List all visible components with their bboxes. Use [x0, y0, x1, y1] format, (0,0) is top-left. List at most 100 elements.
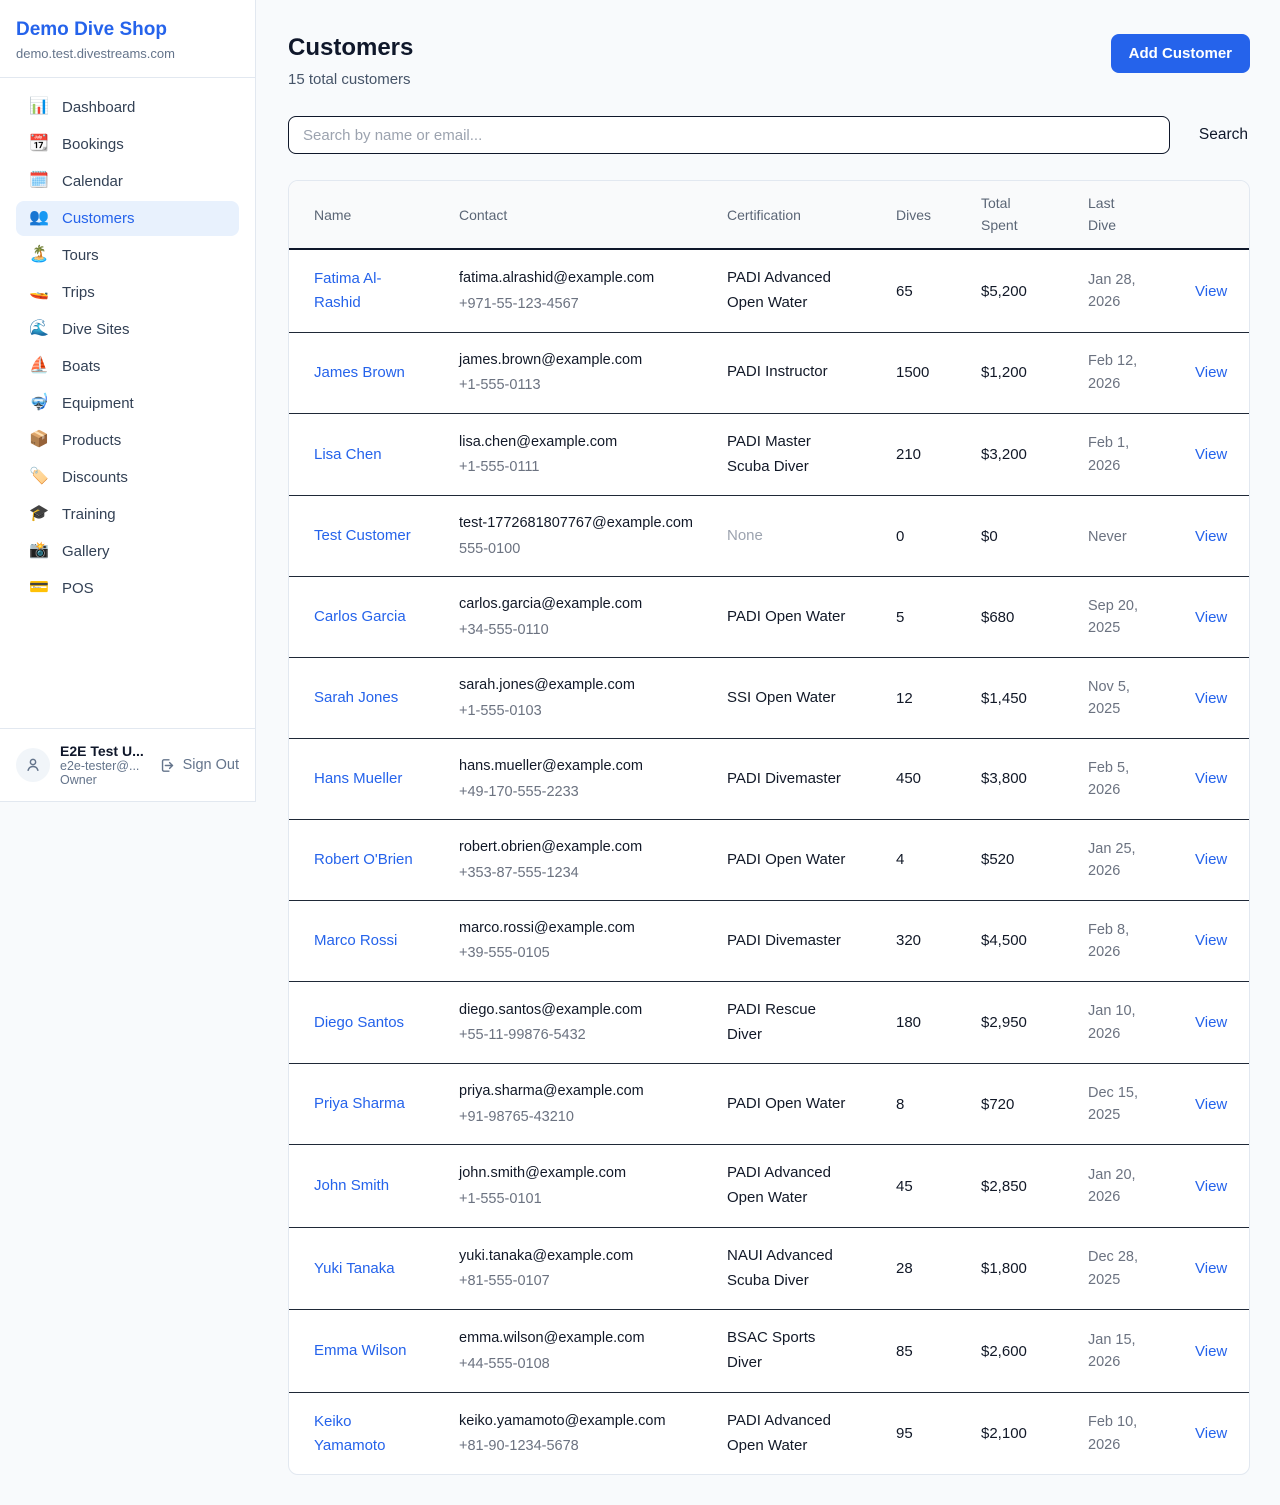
sidebar-item-discounts[interactable]: 🏷️ Discounts	[16, 460, 239, 495]
add-customer-button[interactable]: Add Customer	[1111, 34, 1250, 73]
customer-name-link[interactable]: Emma Wilson	[314, 1339, 407, 1363]
table-row: James Brown james.brown@example.com +1-5…	[289, 332, 1250, 413]
table-row: Marco Rossi marco.rossi@example.com +39-…	[289, 901, 1250, 982]
column-header-last-dive: Last Dive	[1076, 181, 1183, 249]
sidebar-item-calendar[interactable]: 🗓️ Calendar	[16, 164, 239, 199]
customer-name-link[interactable]: Carlos Garcia	[314, 605, 406, 629]
customer-name-link[interactable]: James Brown	[314, 361, 405, 385]
view-customer-link[interactable]: View	[1195, 446, 1227, 463]
customer-name-link[interactable]: Fatima Al-Rashid	[314, 267, 414, 315]
customer-last-dive: Feb 8, 2026	[1088, 919, 1152, 964]
customer-total-spent: $720	[969, 1064, 1076, 1145]
customer-last-dive: Nov 5, 2025	[1088, 676, 1152, 721]
customer-name-link[interactable]: Marco Rossi	[314, 929, 397, 953]
column-header-certification: Certification	[715, 181, 884, 249]
main-content: Customers 15 total customers Add Custome…	[256, 0, 1280, 1505]
search-button[interactable]: Search	[1197, 122, 1250, 148]
page-header: Customers 15 total customers Add Custome…	[288, 34, 1250, 88]
customer-last-dive: Feb 12, 2026	[1088, 350, 1152, 395]
sidebar-item-label: Dive Sites	[62, 321, 130, 338]
view-customer-link[interactable]: View	[1195, 1014, 1227, 1031]
column-header-dives: Dives	[884, 181, 969, 249]
view-customer-link[interactable]: View	[1195, 283, 1227, 300]
customer-last-dive: Jan 20, 2026	[1088, 1164, 1152, 1209]
sidebar-item-equipment[interactable]: 🤿 Equipment	[16, 386, 239, 421]
customer-name-link[interactable]: Lisa Chen	[314, 443, 382, 467]
customer-total-spent: $1,450	[969, 658, 1076, 739]
customer-name-link[interactable]: Yuki Tanaka	[314, 1257, 395, 1281]
customer-email: priya.sharma@example.com	[459, 1080, 703, 1102]
camera-icon: 📸	[28, 543, 50, 559]
sidebar-item-bookings[interactable]: 📆 Bookings	[16, 127, 239, 162]
view-customer-link[interactable]: View	[1195, 1096, 1227, 1113]
customer-total-spent: $2,600	[969, 1310, 1076, 1393]
sidebar-item-dive-sites[interactable]: 🌊 Dive Sites	[16, 312, 239, 347]
customer-dives: 4	[884, 820, 969, 901]
customer-name-link[interactable]: Hans Mueller	[314, 767, 402, 791]
customer-last-dive: Feb 5, 2026	[1088, 757, 1152, 802]
sidebar-item-pos[interactable]: 💳 POS	[16, 571, 239, 606]
sidebar-item-customers[interactable]: 👥 Customers	[16, 201, 239, 236]
view-customer-link[interactable]: View	[1195, 1260, 1227, 1277]
sidebar-item-label: Tours	[62, 247, 99, 264]
column-header-total-spent: Total Spent	[969, 181, 1076, 249]
customer-total-spent: $2,100	[969, 1392, 1076, 1474]
sidebar-item-products[interactable]: 📦 Products	[16, 423, 239, 458]
customer-name-link[interactable]: Keiko Yamamoto	[314, 1410, 414, 1458]
table-row: John Smith john.smith@example.com +1-555…	[289, 1145, 1250, 1228]
credit-card-icon: 💳	[28, 580, 50, 596]
customer-name-link[interactable]: John Smith	[314, 1174, 389, 1198]
customer-phone: +55-11-99876-5432	[459, 1024, 703, 1046]
view-customer-link[interactable]: View	[1195, 1343, 1227, 1360]
sidebar-item-label: Products	[62, 432, 121, 449]
customer-phone: +39-555-0105	[459, 942, 703, 964]
customer-dives: 45	[884, 1145, 969, 1228]
customer-last-dive: Sep 20, 2025	[1088, 595, 1152, 640]
customer-email: yuki.tanaka@example.com	[459, 1245, 703, 1267]
sidebar-item-dashboard[interactable]: 📊 Dashboard	[16, 90, 239, 125]
customer-certification: NAUI Advanced Scuba Diver	[727, 1244, 849, 1294]
table-row: Yuki Tanaka yuki.tanaka@example.com +81-…	[289, 1227, 1250, 1310]
sidebar-item-gallery[interactable]: 📸 Gallery	[16, 534, 239, 569]
customer-name-link[interactable]: Sarah Jones	[314, 686, 398, 710]
customer-last-dive: Jan 10, 2026	[1088, 1000, 1152, 1045]
view-customer-link[interactable]: View	[1195, 851, 1227, 868]
customer-phone: +353-87-555-1234	[459, 862, 703, 884]
view-customer-link[interactable]: View	[1195, 770, 1227, 787]
bar-chart-icon: 📊	[28, 99, 50, 115]
sign-out-button[interactable]: Sign Out	[159, 757, 239, 774]
view-customer-link[interactable]: View	[1195, 932, 1227, 949]
customer-certification: PADI Master Scuba Diver	[727, 430, 849, 480]
diving-mask-icon: 🤿	[28, 395, 50, 411]
view-customer-link[interactable]: View	[1195, 1425, 1227, 1442]
customer-email: robert.obrien@example.com	[459, 836, 703, 858]
view-customer-link[interactable]: View	[1195, 1178, 1227, 1195]
view-customer-link[interactable]: View	[1195, 690, 1227, 707]
customer-email: hans.mueller@example.com	[459, 755, 703, 777]
search-input[interactable]	[288, 116, 1170, 154]
brand[interactable]: Demo Dive Shop demo.test.divestreams.com	[0, 0, 255, 78]
customer-dives: 180	[884, 981, 969, 1064]
sidebar-item-training[interactable]: 🎓 Training	[16, 497, 239, 532]
view-customer-link[interactable]: View	[1195, 364, 1227, 381]
customer-email: fatima.alrashid@example.com	[459, 267, 703, 289]
sidebar-item-trips[interactable]: 🚤 Trips	[16, 275, 239, 310]
column-header-name: Name	[289, 181, 447, 249]
customer-name-link[interactable]: Test Customer	[314, 524, 411, 548]
user-info: E2E Test U... e2e-tester@... Owner	[60, 743, 144, 787]
customer-dives: 85	[884, 1310, 969, 1393]
customer-name-link[interactable]: Priya Sharma	[314, 1092, 405, 1116]
sidebar-item-tours[interactable]: 🏝️ Tours	[16, 238, 239, 273]
sidebar-item-boats[interactable]: ⛵ Boats	[16, 349, 239, 384]
customer-certification: PADI Advanced Open Water	[727, 1161, 849, 1211]
table-row: Carlos Garcia carlos.garcia@example.com …	[289, 577, 1250, 658]
customer-certification: None	[727, 524, 763, 549]
customer-name-link[interactable]: Robert O'Brien	[314, 848, 413, 872]
table-row: Keiko Yamamoto keiko.yamamoto@example.co…	[289, 1392, 1250, 1474]
speedboat-icon: 🚤	[28, 284, 50, 300]
view-customer-link[interactable]: View	[1195, 609, 1227, 626]
customer-name-link[interactable]: Diego Santos	[314, 1011, 404, 1035]
view-customer-link[interactable]: View	[1195, 528, 1227, 545]
table-row: Diego Santos diego.santos@example.com +5…	[289, 981, 1250, 1064]
customer-dives: 28	[884, 1227, 969, 1310]
